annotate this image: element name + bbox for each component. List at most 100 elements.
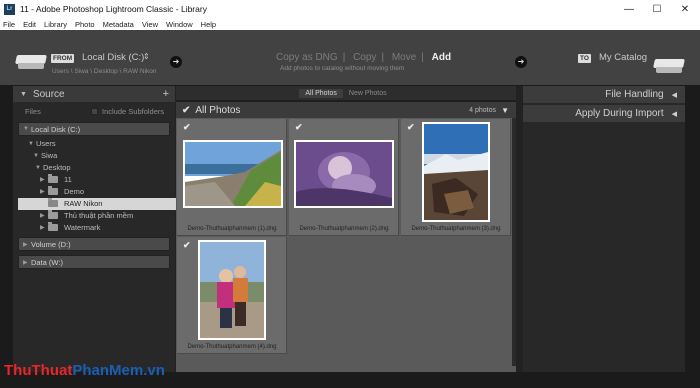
photo-filter-tabs: All Photos New Photos — [176, 86, 516, 100]
photo-filename: Demo-Thuthuatphanmem (4).dng — [187, 344, 277, 350]
source-panel-header[interactable]: ▼ Source + — [13, 86, 175, 102]
mode-separator: | — [381, 52, 385, 63]
photo-cell[interactable]: ✔ Demo-Thuthuatphanmem (2).dng — [289, 119, 399, 236]
menu-metadata[interactable]: Metadata — [103, 20, 134, 29]
folder-icon — [48, 222, 58, 231]
arrow-right-icon: ➜ — [515, 56, 527, 68]
photo-checkbox-icon[interactable]: ✔ — [183, 122, 191, 133]
menu-window[interactable]: Window — [166, 20, 193, 29]
mode-add[interactable]: Add — [432, 52, 451, 63]
options-panel: File Handling ◀ Apply During Import ◀ — [523, 86, 685, 372]
panel-title: Apply During Import — [575, 108, 664, 119]
folder-icon — [48, 198, 58, 207]
collapse-triangle-icon: ◀ — [671, 110, 677, 118]
tree-item-raw-nikon[interactable]: RAW Nikon — [48, 198, 102, 208]
check-all-icon[interactable]: ✔ — [182, 105, 190, 116]
photo-thumbnail[interactable] — [422, 122, 490, 222]
folder-icon — [48, 174, 58, 183]
folder-icon — [48, 186, 58, 195]
collapse-triangle-icon: ▶ — [40, 213, 45, 219]
right-edge — [685, 86, 700, 372]
photo-count: 4 photos — [469, 106, 496, 114]
lightroom-logo: Lr — [4, 3, 15, 15]
photo-thumbnail[interactable] — [183, 140, 283, 208]
expand-triangle-icon: ▼ — [23, 126, 29, 132]
import-mode-selector: Copy as DNG | Copy | Move | Add — [276, 52, 456, 63]
collapse-triangle-icon: ▶ — [23, 241, 28, 248]
menu-library[interactable]: Library — [44, 20, 67, 29]
folder-icon — [48, 210, 58, 219]
photo-checkbox-icon[interactable]: ✔ — [407, 122, 415, 133]
volume-label: Local Disk (C:) — [31, 124, 81, 134]
panel-title: File Handling — [605, 89, 664, 100]
menu-bar: File Edit Library Photo Metadata View Wi… — [0, 18, 700, 30]
include-subfolders-label: Include Subfolders — [102, 107, 165, 116]
collapse-triangle-icon: ▶ — [40, 177, 45, 183]
title-bar: Lr 11 - Adobe Photoshop Lightroom Classi… — [0, 0, 700, 18]
tree-item-users[interactable]: ▼ Users — [28, 139, 56, 148]
source-panel: ▼ Source + Files Include Subfolders ▼ Loc… — [13, 86, 180, 372]
sort-menu-icon[interactable]: ▼ — [501, 106, 509, 115]
menu-help[interactable]: Help — [201, 20, 216, 29]
tree-item-11[interactable]: ▶ 11 — [40, 174, 72, 184]
from-tag: FROM — [51, 54, 75, 63]
collapse-triangle-icon: ◀ — [671, 91, 677, 99]
tree-item-desktop[interactable]: ▼ Desktop — [35, 163, 71, 172]
file-handling-panel-header[interactable]: File Handling ◀ — [523, 86, 685, 103]
mode-copy-as-dng[interactable]: Copy as DNG — [276, 52, 338, 63]
to-tag: TO — [578, 54, 591, 63]
grid-title: All Photos — [195, 104, 241, 116]
tree-item-siwa[interactable]: ▼ Siwa — [33, 151, 57, 160]
collapse-triangle-icon: ▶ — [40, 225, 45, 231]
grid-scrollbar[interactable] — [512, 118, 516, 366]
tab-all-photos[interactable]: All Photos — [299, 88, 343, 98]
tree-item-watermark[interactable]: ▶ Watermark — [40, 222, 100, 232]
dropdown-arrows-icon[interactable]: ⇕ — [143, 52, 150, 61]
grid-header: ✔ All Photos 4 photos ▼ — [176, 102, 516, 118]
photo-cell[interactable]: ✔ Demo-Thuthuatphanmem (4).dng — [177, 237, 287, 354]
volume-label: Volume (D:) — [31, 239, 71, 249]
add-source-icon[interactable]: + — [163, 88, 169, 100]
arrow-right-icon: ➜ — [170, 56, 182, 68]
volume-local-disk-c[interactable]: ▼ Local Disk (C:) — [18, 122, 170, 136]
collapse-triangle-icon: ▶ — [40, 189, 45, 195]
collapse-triangle-icon: ▼ — [20, 90, 27, 98]
photo-checkbox-icon[interactable]: ✔ — [183, 240, 191, 251]
menu-view[interactable]: View — [142, 20, 158, 29]
collapse-triangle-icon: ▶ — [23, 259, 28, 266]
photo-area: All Photos New Photos ✔ All Photos 4 pho… — [176, 86, 516, 372]
photo-cell[interactable]: ✔ Demo-Thuthuatphanmem (3).dng — [401, 119, 511, 236]
mode-copy[interactable]: Copy — [353, 52, 376, 63]
menu-photo[interactable]: Photo — [75, 20, 95, 29]
menu-file[interactable]: File — [3, 20, 15, 29]
minimize-icon[interactable]: — — [615, 0, 643, 18]
photo-checkbox-icon[interactable]: ✔ — [295, 122, 303, 133]
tree-item-demo[interactable]: ▶ Demo — [40, 186, 84, 196]
mode-move[interactable]: Move — [392, 52, 416, 63]
close-icon[interactable]: ✕ — [671, 0, 699, 18]
photo-cell[interactable]: ✔ Demo-Thuthuatphanmem (1).dng — [177, 119, 287, 236]
photo-thumbnail[interactable] — [294, 140, 394, 208]
catalog-disk-icon — [653, 54, 685, 74]
checkbox-icon[interactable] — [91, 108, 98, 115]
volume-d[interactable]: ▶ Volume (D:) — [18, 237, 170, 251]
menu-edit[interactable]: Edit — [23, 20, 36, 29]
apply-during-import-panel-header[interactable]: Apply During Import ◀ — [523, 105, 685, 122]
expand-triangle-icon: ▼ — [33, 152, 39, 159]
photo-thumbnail[interactable] — [198, 240, 266, 340]
expand-triangle-icon: ▼ — [28, 140, 34, 147]
tab-new-photos[interactable]: New Photos — [343, 89, 393, 98]
maximize-icon[interactable]: ☐ — [643, 0, 671, 18]
files-label: Files — [25, 107, 41, 116]
from-path-breadcrumb[interactable]: Users \ Siwa \ Desktop \ RAW Nikon — [52, 68, 157, 75]
tree-item-thu-thuat-phan-mem[interactable]: ▶ Thủ thuật phần mềm — [40, 210, 133, 220]
mode-separator: | — [342, 52, 346, 63]
from-source-dropdown[interactable]: Local Disk (C:) — [82, 52, 144, 63]
include-subfolders-toggle[interactable]: Include Subfolders — [91, 107, 164, 116]
to-target-dropdown[interactable]: My Catalog — [599, 52, 647, 63]
photo-grid: ✔ Demo-Thuthuatphanmem (1).dng ✔ Demo-Th… — [176, 118, 516, 372]
import-header: FROM Local Disk (C:) ⇕ Users \ Siwa \ De… — [0, 30, 700, 86]
expand-triangle-icon: ▼ — [35, 164, 41, 171]
source-disk-icon — [15, 50, 47, 70]
volume-w[interactable]: ▶ Data (W:) — [18, 255, 170, 269]
